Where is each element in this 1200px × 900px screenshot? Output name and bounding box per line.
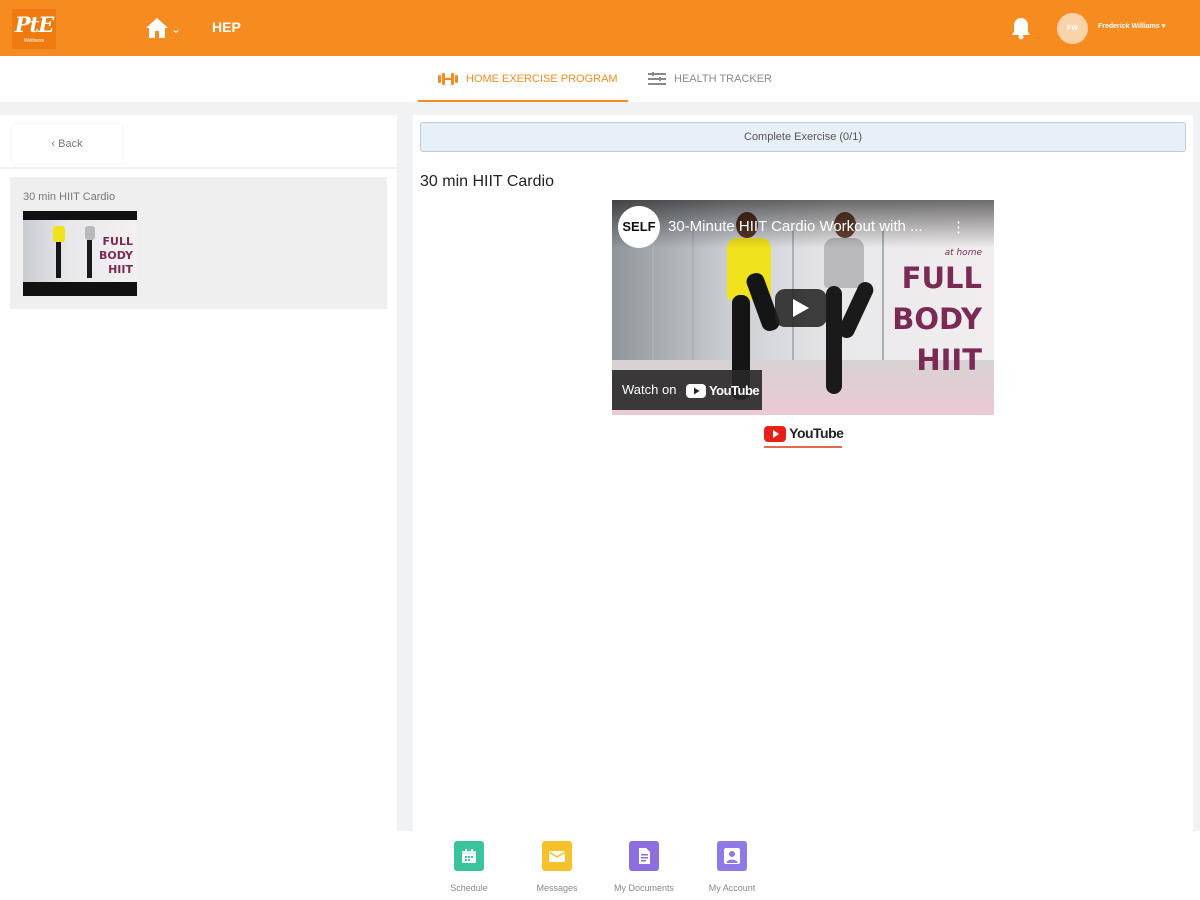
notifications-button[interactable]: [1010, 16, 1032, 40]
exercise-card-title: 30 min HIIT Cardio: [23, 191, 116, 203]
thumbnail-scene: FULL BODY HIIT: [23, 220, 137, 282]
nav-messages[interactable]: Messages: [513, 841, 601, 893]
play-button[interactable]: [775, 289, 827, 327]
watch-on-label: Watch on: [622, 382, 677, 397]
tab-health-tracker[interactable]: HEALTH TRACKER: [648, 56, 772, 102]
thumb-figure: [53, 226, 65, 242]
thumb-figure-leg: [87, 240, 92, 278]
tab-label: HEALTH TRACKER: [674, 73, 773, 85]
nav-label: Messages: [536, 883, 578, 893]
youtube-icon: [764, 426, 786, 443]
overlay-line: BODY: [892, 302, 982, 336]
tabs-bar: HOME EXERCISE PROGRAM HEALTH TRACKER: [0, 56, 1200, 102]
nav-label: Schedule: [450, 883, 488, 893]
youtube-icon: [686, 384, 707, 399]
tab-home-exercise-program[interactable]: HOME EXERCISE PROGRAM: [418, 56, 628, 102]
youtube-brand-text: YouTube: [708, 382, 760, 398]
thumb-text: BODY: [98, 249, 133, 262]
window-frame: [652, 230, 654, 360]
play-icon: [793, 299, 809, 317]
youtube-link-label: YouTube: [789, 425, 844, 441]
person-figure: [826, 286, 842, 394]
avatar[interactable]: FW: [1057, 13, 1088, 44]
nav-schedule[interactable]: Schedule: [425, 841, 513, 893]
logo-mark: PtE: [14, 12, 55, 37]
calendar-icon: [454, 841, 484, 871]
exercise-list-panel: ‹ Back 30 min HIIT Cardio FULL BODY HIIT: [0, 115, 397, 831]
chevron-down-icon: ⌄: [171, 22, 182, 36]
nav-label: My Documents: [613, 883, 675, 893]
video-overlay-text: at home FULL BODY HIIT: [892, 248, 982, 381]
more-vertical-icon[interactable]: ⋮: [951, 218, 966, 236]
top-bar: PtE Wellness ⌄ HEP FW Frederick Williams…: [0, 0, 1200, 56]
home-icon: [146, 18, 168, 38]
home-menu-button[interactable]: ⌄: [145, 16, 185, 42]
bottom-nav: Schedule Messages My Documents My Accoun…: [0, 831, 1200, 900]
thumb-figure-leg: [56, 242, 61, 278]
exercise-thumbnail[interactable]: FULL BODY HIIT: [23, 211, 137, 296]
thumb-text: HIIT: [108, 263, 133, 276]
logo-subtitle: Wellness: [23, 38, 45, 44]
exercise-detail-panel: Complete Exercise (0/1) 30 min HIIT Card…: [413, 115, 1193, 831]
divider: [0, 167, 397, 169]
thumb-figure: [85, 226, 95, 240]
overlay-line: HIIT: [916, 343, 982, 377]
back-button[interactable]: ‹ Back: [12, 124, 122, 164]
bell-icon: [1012, 18, 1030, 40]
app-logo[interactable]: PtE Wellness: [11, 8, 57, 50]
tab-label: HOME EXERCISE PROGRAM: [466, 73, 618, 85]
exercise-title: 30 min HIIT Cardio: [420, 173, 554, 190]
document-icon: [629, 841, 659, 871]
nav-my-account[interactable]: My Account: [688, 841, 776, 893]
tracker-icon: [648, 72, 666, 86]
overlay-caption: at home: [944, 248, 982, 258]
video-player[interactable]: SELF 30-Minute HIIT Cardio Workout with …: [612, 200, 994, 415]
nav-label: My Account: [708, 883, 756, 893]
channel-avatar[interactable]: SELF: [618, 206, 660, 248]
youtube-link-underline: [764, 446, 842, 448]
envelope-icon: [542, 841, 572, 871]
watch-on-youtube-button[interactable]: Watch on YouTube: [612, 370, 762, 410]
thumb-text: FULL: [102, 235, 133, 248]
person-icon: [717, 841, 747, 871]
window-frame: [882, 230, 884, 360]
user-menu[interactable]: Frederick Williams ▾: [1098, 22, 1165, 30]
nav-my-documents[interactable]: My Documents: [600, 841, 688, 893]
hep-nav-link[interactable]: HEP: [212, 19, 241, 35]
dumbbell-icon: [438, 73, 458, 86]
window-frame: [692, 230, 694, 360]
video-title[interactable]: 30-Minute HIIT Cardio Workout with ...: [668, 218, 958, 235]
list-item[interactable]: 30 min HIIT Cardio FULL BODY HIIT: [10, 177, 387, 309]
overlay-line: FULL: [901, 261, 982, 295]
youtube-link[interactable]: YouTube: [764, 425, 844, 447]
youtube-wordmark: YouTube: [686, 371, 760, 411]
complete-exercise-button[interactable]: Complete Exercise (0/1): [420, 122, 1186, 152]
